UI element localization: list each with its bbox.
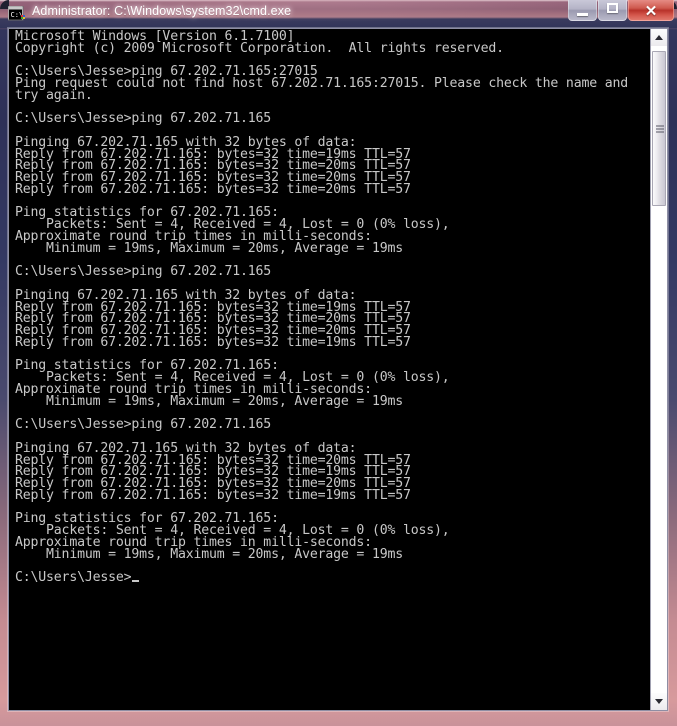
close-icon: ✕	[644, 3, 658, 20]
vertical-scrollbar[interactable]	[650, 29, 667, 710]
scroll-down-button[interactable]	[651, 693, 667, 710]
text-cursor	[132, 580, 140, 583]
close-button[interactable]: ✕	[628, 0, 674, 21]
scrollbar-track[interactable]	[651, 46, 667, 693]
scroll-up-arrow-icon	[655, 35, 663, 40]
maximize-icon	[599, 3, 626, 13]
window-controls: ✕	[567, 0, 674, 22]
console-client-area[interactable]: Microsoft Windows [Version 6.1.7100] Cop…	[8, 28, 668, 711]
window-title: Administrator: C:\Windows\system32\cmd.e…	[32, 4, 292, 18]
minimize-icon	[569, 13, 596, 16]
scroll-up-button[interactable]	[651, 29, 667, 46]
console-output-text: Microsoft Windows [Version 6.1.7100] Cop…	[15, 29, 629, 586]
console-output[interactable]: Microsoft Windows [Version 6.1.7100] Cop…	[9, 29, 649, 584]
scrollbar-grip-icon	[656, 125, 664, 132]
maximize-restore-button[interactable]	[598, 0, 627, 21]
cmd-window: C:\ Administrator: C:\Windows\system32\c…	[0, 0, 677, 726]
minimize-button[interactable]	[568, 0, 597, 21]
scroll-down-arrow-icon	[655, 699, 663, 704]
cmd-console-icon[interactable]: C:\	[7, 5, 25, 21]
scrollbar-thumb[interactable]	[652, 51, 666, 206]
